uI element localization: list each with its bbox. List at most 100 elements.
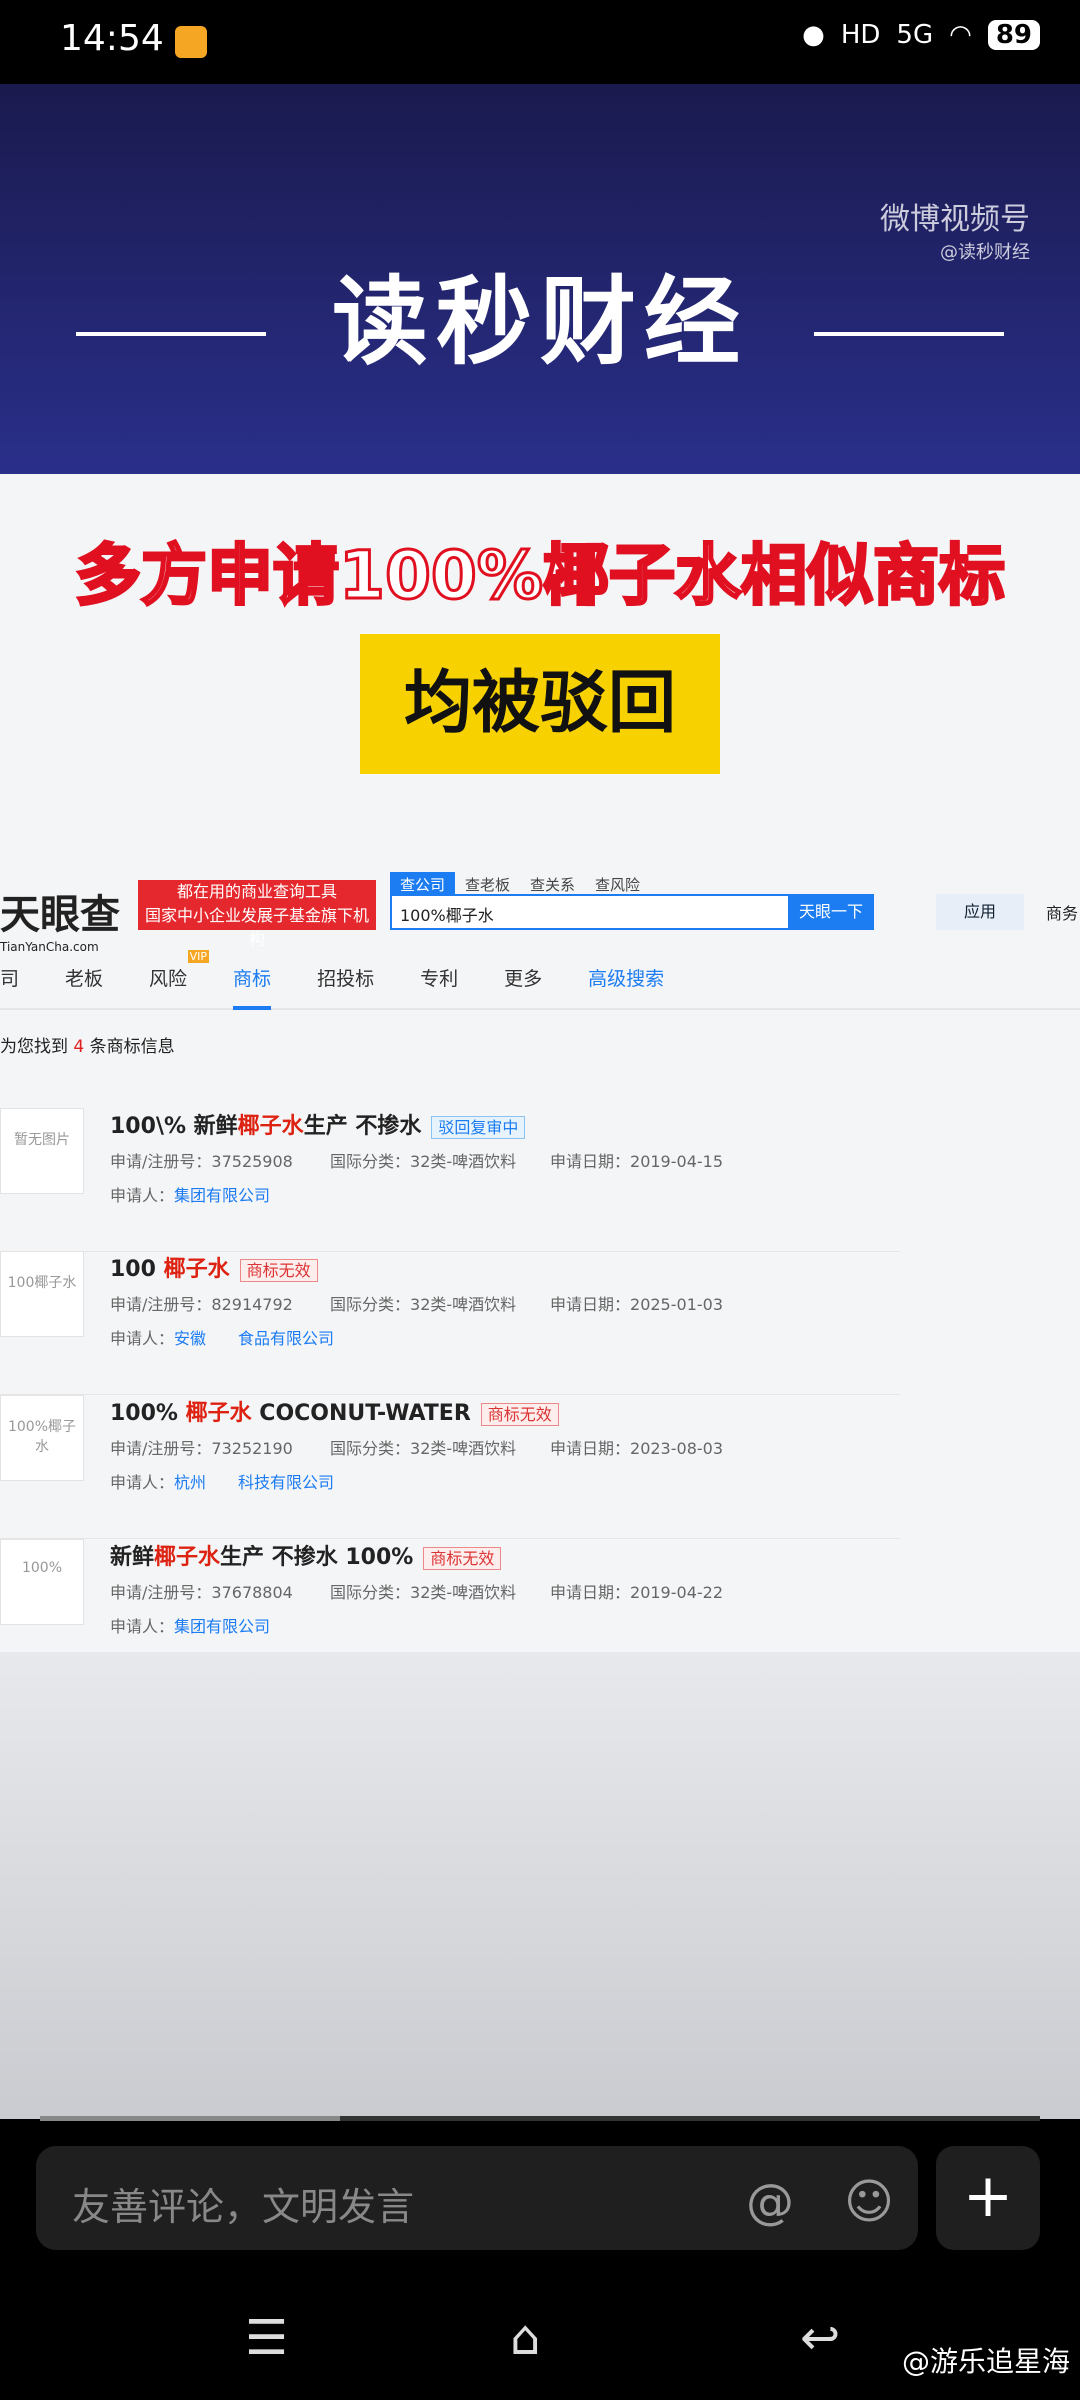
trademark-title[interactable]: 新鲜椰子水生产 不掺水 100% 商标无效 — [110, 1539, 502, 1571]
label: 国际分类： — [330, 1583, 411, 1602]
logo-sub: TianYanCha.com — [0, 940, 99, 954]
applicant: 申请人：集团有限公司 — [110, 1613, 270, 1637]
comment-input[interactable]: 友善评论，文明发言 @ ☺ — [36, 2146, 918, 2250]
hd-icon: HD — [840, 20, 881, 50]
clock: 14:54 — [60, 18, 164, 59]
date: 申请日期：2025-01-03 — [550, 1291, 770, 1315]
video-progress-bar[interactable] — [40, 2116, 1040, 2121]
label: 申请/注册号： — [110, 1295, 212, 1314]
status-badge: 商标无效 — [480, 1403, 559, 1426]
applicant: 申请人：安徽 食品有限公司 — [110, 1325, 334, 1349]
status-bar: 14:54 ● HD 5G ◠ 89 — [0, 0, 1080, 84]
trademark-thumbnail: 100%椰子水 — [0, 1395, 84, 1481]
label: 国际分类： — [330, 1295, 411, 1314]
value: 2019-04-15 — [630, 1152, 723, 1171]
weibo-watermark-bottom: @游乐追星海 — [901, 2345, 1070, 2378]
title-part: 生产 不掺水 100% — [220, 1545, 414, 1570]
date: 申请日期：2019-04-22 — [550, 1579, 770, 1603]
label: 申请人： — [110, 1617, 175, 1636]
status-badge: 商标无效 — [423, 1547, 502, 1570]
applicant: 申请人：集团有限公司 — [110, 1182, 270, 1206]
blurred-area — [0, 1652, 1080, 2119]
t: 为您找到 — [0, 1037, 68, 1057]
trademark-meta: 申请/注册号：73252190 国际分类：32类-啤酒饮料 申请日期：2023-08… — [110, 1435, 770, 1459]
battery-icon: 89 — [987, 20, 1040, 50]
menu-icon[interactable]: ☰ — [245, 2310, 288, 2366]
value: 37678804 — [211, 1583, 293, 1602]
result-count: 为您找到 4 条商标信息 — [0, 1032, 175, 1057]
applicant-link[interactable]: 集团有限公司 — [174, 1186, 270, 1205]
weibo-notification-icon — [175, 26, 207, 58]
title-part: 新鲜 — [110, 1545, 155, 1570]
value: 2023-08-03 — [630, 1439, 723, 1458]
value: 32类-啤酒饮料 — [410, 1439, 517, 1458]
at-icon[interactable]: @ — [746, 2174, 794, 2230]
applicant: 申请人：杭州 科技有限公司 — [110, 1469, 334, 1493]
advanced-search: 高级搜索 — [588, 968, 665, 990]
title-part: 100\% 新鲜 — [110, 1114, 238, 1139]
result-row[interactable]: 暂无图片 100\% 新鲜椰子水生产 不掺水 驳回复审中 申请/注册号：37525… — [0, 1108, 900, 1252]
plus-button[interactable]: + — [936, 2146, 1040, 2250]
tab: 专利 — [420, 968, 459, 990]
trademark-meta: 申请/注册号：37678804 国际分类：32类-啤酒饮料 申请日期：2019-04… — [110, 1579, 770, 1603]
label: 申请/注册号： — [110, 1152, 212, 1171]
label: 申请日期： — [550, 1295, 631, 1314]
title-part: 100 — [110, 1257, 164, 1282]
reg-number: 申请/注册号：37525908 — [110, 1148, 330, 1172]
tab: 风险 VIP — [149, 950, 210, 1008]
title-highlight: 椰子水 — [237, 1114, 304, 1139]
signal-icon: 5G — [896, 20, 934, 50]
applicant-link[interactable]: 杭州 科技有限公司 — [174, 1473, 334, 1492]
trademark-title[interactable]: 100 椰子水 商标无效 — [110, 1251, 318, 1283]
label: 申请/注册号： — [110, 1583, 212, 1602]
count: 4 — [73, 1037, 85, 1057]
class: 国际分类：32类-啤酒饮料 — [330, 1291, 550, 1315]
reg-number: 申请/注册号：73252190 — [110, 1435, 330, 1459]
status-badge: 驳回复审中 — [431, 1116, 526, 1139]
tab: 招投标 — [317, 968, 375, 990]
watermark-title: 微博视频号 — [880, 202, 1030, 237]
label: 申请日期： — [550, 1152, 631, 1171]
trademark-thumbnail: 100椰子水 — [0, 1251, 84, 1337]
ad-line: 都在用的商业查询工具 — [176, 882, 337, 901]
label: 申请/注册号： — [110, 1439, 212, 1458]
location-icon: ● — [802, 20, 825, 50]
trademark-thumbnail: 暂无图片 — [0, 1108, 84, 1194]
tab: 更多 — [504, 968, 543, 990]
comment-placeholder: 友善评论，文明发言 — [72, 2185, 415, 2229]
wifi-icon: ◠ — [949, 20, 972, 50]
tianyancha-logo: 天眼查 TianYanCha.com — [0, 882, 120, 954]
result-row[interactable]: 100%椰子水 100% 椰子水 COCONUT-WATER 商标无效 申请/注册… — [0, 1395, 900, 1539]
date: 申请日期：2019-04-15 — [550, 1148, 770, 1172]
emoji-icon[interactable]: ☺ — [844, 2174, 894, 2230]
progress-fill — [40, 2116, 340, 2121]
search-input: 100%椰子水 — [390, 894, 790, 930]
back-icon[interactable]: ↩ — [800, 2310, 840, 2366]
label: 国际分类： — [330, 1439, 411, 1458]
class: 国际分类：32类-啤酒饮料 — [330, 1435, 550, 1459]
label: 申请日期： — [550, 1583, 631, 1602]
applicant-link[interactable]: 安徽 食品有限公司 — [174, 1329, 334, 1348]
subhead: 均被驳回 — [360, 634, 720, 774]
result-row[interactable]: 100椰子水 100 椰子水 商标无效 申请/注册号：82914792 国际分类：3… — [0, 1251, 900, 1395]
value: 32类-啤酒饮料 — [410, 1152, 517, 1171]
search-button: 天眼一下 — [788, 894, 874, 930]
value: 2019-04-22 — [630, 1583, 723, 1602]
title-part: 生产 不掺水 — [303, 1114, 422, 1139]
tab: 老板 — [65, 968, 104, 990]
tab: 商标 — [233, 964, 272, 1010]
value: 2025-01-03 — [630, 1295, 723, 1314]
reg-number: 申请/注册号：82914792 — [110, 1291, 330, 1315]
brand-title: 读秒财经 — [332, 266, 748, 378]
tab-label: 风险 — [149, 968, 188, 990]
value: 32类-啤酒饮料 — [410, 1295, 517, 1314]
value: 82914792 — [211, 1295, 293, 1314]
trademark-title[interactable]: 100% 椰子水 COCONUT-WATER 商标无效 — [110, 1395, 559, 1427]
trademark-title[interactable]: 100\% 新鲜椰子水生产 不掺水 驳回复审中 — [110, 1108, 526, 1140]
title-highlight: 椰子水 — [185, 1401, 252, 1426]
title-part: COCONUT-WATER — [251, 1401, 471, 1426]
home-icon[interactable]: ⌂ — [510, 2310, 540, 2366]
applicant-link[interactable]: 集团有限公司 — [174, 1617, 270, 1636]
tab: 司 — [0, 968, 20, 990]
video-content[interactable]: 多方申请100%椰子水相似商标 均被驳回 天眼查 TianYanCha.com 都… — [0, 474, 1080, 2119]
